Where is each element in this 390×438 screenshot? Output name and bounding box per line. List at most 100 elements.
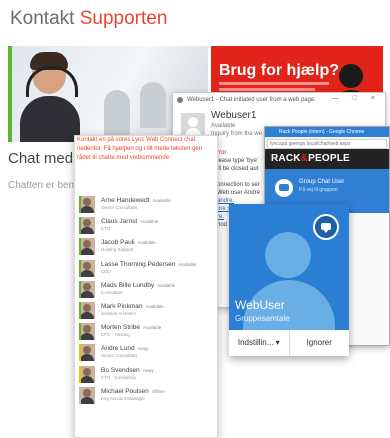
contact-list-item[interactable]: Jacob Pauli Available Hosting Support bbox=[79, 236, 213, 257]
window-controls[interactable]: — □ × bbox=[332, 95, 381, 102]
chat-bubble-icon bbox=[313, 214, 339, 240]
contact-photo bbox=[79, 259, 95, 277]
contact-name: Mads Bille Lundby Available bbox=[101, 282, 175, 289]
logo-ampersand: & bbox=[300, 153, 309, 164]
contact-photo bbox=[79, 301, 95, 319]
hero-background-person bbox=[140, 82, 166, 128]
help-promo-text: Brug for hjælp? bbox=[219, 62, 339, 79]
rack-people-header: RACK&PEOPLE bbox=[265, 149, 389, 169]
conversation-type: Gruppesamtale bbox=[235, 314, 290, 323]
contact-status: Available bbox=[211, 123, 236, 129]
contact-list-item[interactable]: Lasse Thorning Pedersen Available CEO bbox=[79, 258, 213, 279]
contact-name-text: Jacob Pauli bbox=[101, 239, 135, 247]
contact-list-item[interactable]: Claus Jarnst Available CTO bbox=[79, 215, 213, 236]
web-chat-status: På vej til gruppen bbox=[299, 187, 338, 193]
contact-name: Andre Lund Away bbox=[101, 345, 149, 352]
contact-list-item[interactable]: Mark Pinkman Available Solution Architect bbox=[79, 300, 213, 321]
presence-indicator bbox=[79, 196, 81, 213]
contact-list-item[interactable]: Bo Svendsen Away CTO - Consulting bbox=[79, 364, 213, 385]
contact-presence: Available bbox=[157, 282, 176, 288]
presence-indicator bbox=[79, 301, 81, 319]
contact-role: CEO bbox=[101, 268, 111, 274]
contact-role: Key Account Manager bbox=[101, 395, 146, 401]
contact-presence: Available bbox=[178, 261, 197, 267]
incoming-group-chat-notification[interactable]: WebUser Gruppesamtale Indstillin... ▾ Ig… bbox=[229, 204, 349, 356]
contact-photo bbox=[79, 238, 95, 256]
contact-presence: Offline bbox=[151, 388, 165, 394]
browser-address-bar[interactable]: lyncapp.jpeergn.local/chat/web.aspx bbox=[267, 139, 387, 149]
contact-photo bbox=[79, 217, 95, 235]
contact-list-item[interactable]: Michael Poulsen Offline Key Account Manage… bbox=[79, 385, 213, 406]
settings-dropdown-button[interactable]: Indstillin... ▾ bbox=[229, 330, 289, 356]
contact-list-intro: Kontakt en på vores Lync Web Connect cha… bbox=[77, 137, 203, 161]
contact-name-text: Michael Poulsen bbox=[101, 387, 149, 395]
rack-people-logo: RACK&PEOPLE bbox=[271, 153, 350, 164]
contact-photo bbox=[79, 280, 95, 298]
contact-list-popup: Kontakt en på vores Lync Web Connect cha… bbox=[74, 135, 218, 438]
contact-presence: Available bbox=[140, 219, 159, 225]
contact-photo bbox=[79, 386, 95, 404]
contact-name: Lasse Thorning Pedersen Available bbox=[101, 261, 197, 268]
contact-list-item[interactable]: Arne Handewedt Available Senior Consultant bbox=[79, 194, 213, 215]
promo-text-line bbox=[219, 82, 329, 85]
contact-name: Webuser1 bbox=[211, 110, 257, 121]
contact-presence: Available bbox=[152, 198, 171, 203]
contact-role: Hosting Support bbox=[101, 247, 134, 253]
hero-accent-bar bbox=[8, 46, 12, 142]
chat-bubble-icon bbox=[275, 179, 293, 197]
presence-indicator bbox=[79, 386, 81, 404]
contact-name: Mark Pinkman Available bbox=[101, 303, 164, 310]
contact-name-text: Claus Jarnst bbox=[101, 218, 138, 226]
contact-role: CTO - Consulting bbox=[101, 374, 136, 380]
presence-indicator bbox=[79, 259, 81, 277]
contact-list: Arne Handewedt Available Senior Consultant… bbox=[79, 194, 213, 406]
page-title-main: Kontakt bbox=[10, 8, 75, 29]
contact-list-item[interactable]: Mads Bille Lundby Available Consultant bbox=[79, 279, 213, 300]
hero-background-person bbox=[104, 90, 130, 136]
contact-name: Jacob Pauli Available bbox=[101, 239, 156, 246]
contact-list-item[interactable]: Morten Stribe Available CFO - Hosting bbox=[79, 321, 213, 342]
contact-name: Michael Poulsen Offline bbox=[101, 388, 165, 395]
contact-name-text: Mads Bille Lundby bbox=[101, 281, 155, 289]
contact-role: Solution Architect bbox=[101, 310, 136, 316]
contact-photo bbox=[79, 323, 95, 341]
presence-indicator bbox=[79, 280, 81, 298]
caller-name: WebUser bbox=[235, 298, 285, 312]
logo-part-people: PEOPLE bbox=[308, 153, 350, 164]
contact-name-text: Mark Pinkman bbox=[101, 302, 143, 310]
contact-role: Senior Consultant bbox=[101, 205, 137, 210]
contact-name: Bo Svendsen Away bbox=[101, 367, 154, 374]
contact-photo bbox=[79, 344, 95, 362]
presence-indicator bbox=[79, 238, 81, 256]
contact-name-text: Andre Lund bbox=[101, 345, 135, 353]
ignore-button[interactable]: Ignorer bbox=[288, 330, 350, 356]
contact-role: CFO - Hosting bbox=[101, 332, 130, 338]
contact-name: Arne Handewedt Available bbox=[101, 197, 171, 204]
contact-subject: Inquiry from the we bbox=[211, 131, 263, 137]
contact-name: Claus Jarnst Available bbox=[101, 218, 158, 225]
contact-presence: Away bbox=[137, 346, 149, 352]
contact-presence: Available bbox=[145, 303, 164, 309]
logo-part-rack: RACK bbox=[271, 153, 301, 164]
notification-actions: Indstillin... ▾ Ignorer bbox=[229, 330, 349, 356]
presence-indicator bbox=[79, 217, 81, 235]
contact-name-text: Lasse Thorning Pedersen bbox=[101, 260, 176, 268]
contact-name-text: Bo Svendsen bbox=[101, 366, 140, 374]
contact-presence: Away bbox=[142, 367, 154, 373]
contact-list-item[interactable]: Andre Lund Away Senior Consultant bbox=[79, 342, 213, 363]
page-title-accent: Supporten bbox=[79, 8, 168, 29]
presence-indicator bbox=[79, 323, 81, 341]
presence-indicator bbox=[79, 365, 81, 383]
contact-photo bbox=[79, 365, 95, 383]
contact-role: Consultant bbox=[101, 289, 123, 295]
promo-text-line bbox=[219, 88, 315, 91]
contact-name-text: Arne Handewedt bbox=[101, 197, 150, 204]
page-title: Kontakt Supporten bbox=[10, 8, 167, 30]
browser-titlebar: Rack People (intern) - Google Chrome bbox=[265, 127, 389, 137]
contact-name: Morten Stribe Available bbox=[101, 324, 161, 331]
contact-role: Senior Consultant bbox=[101, 353, 137, 359]
contact-role: CTO bbox=[101, 226, 111, 232]
support-agent-photo bbox=[18, 52, 80, 142]
contact-presence: Available bbox=[137, 240, 156, 246]
web-chat-name: Group Chat User bbox=[299, 179, 345, 185]
